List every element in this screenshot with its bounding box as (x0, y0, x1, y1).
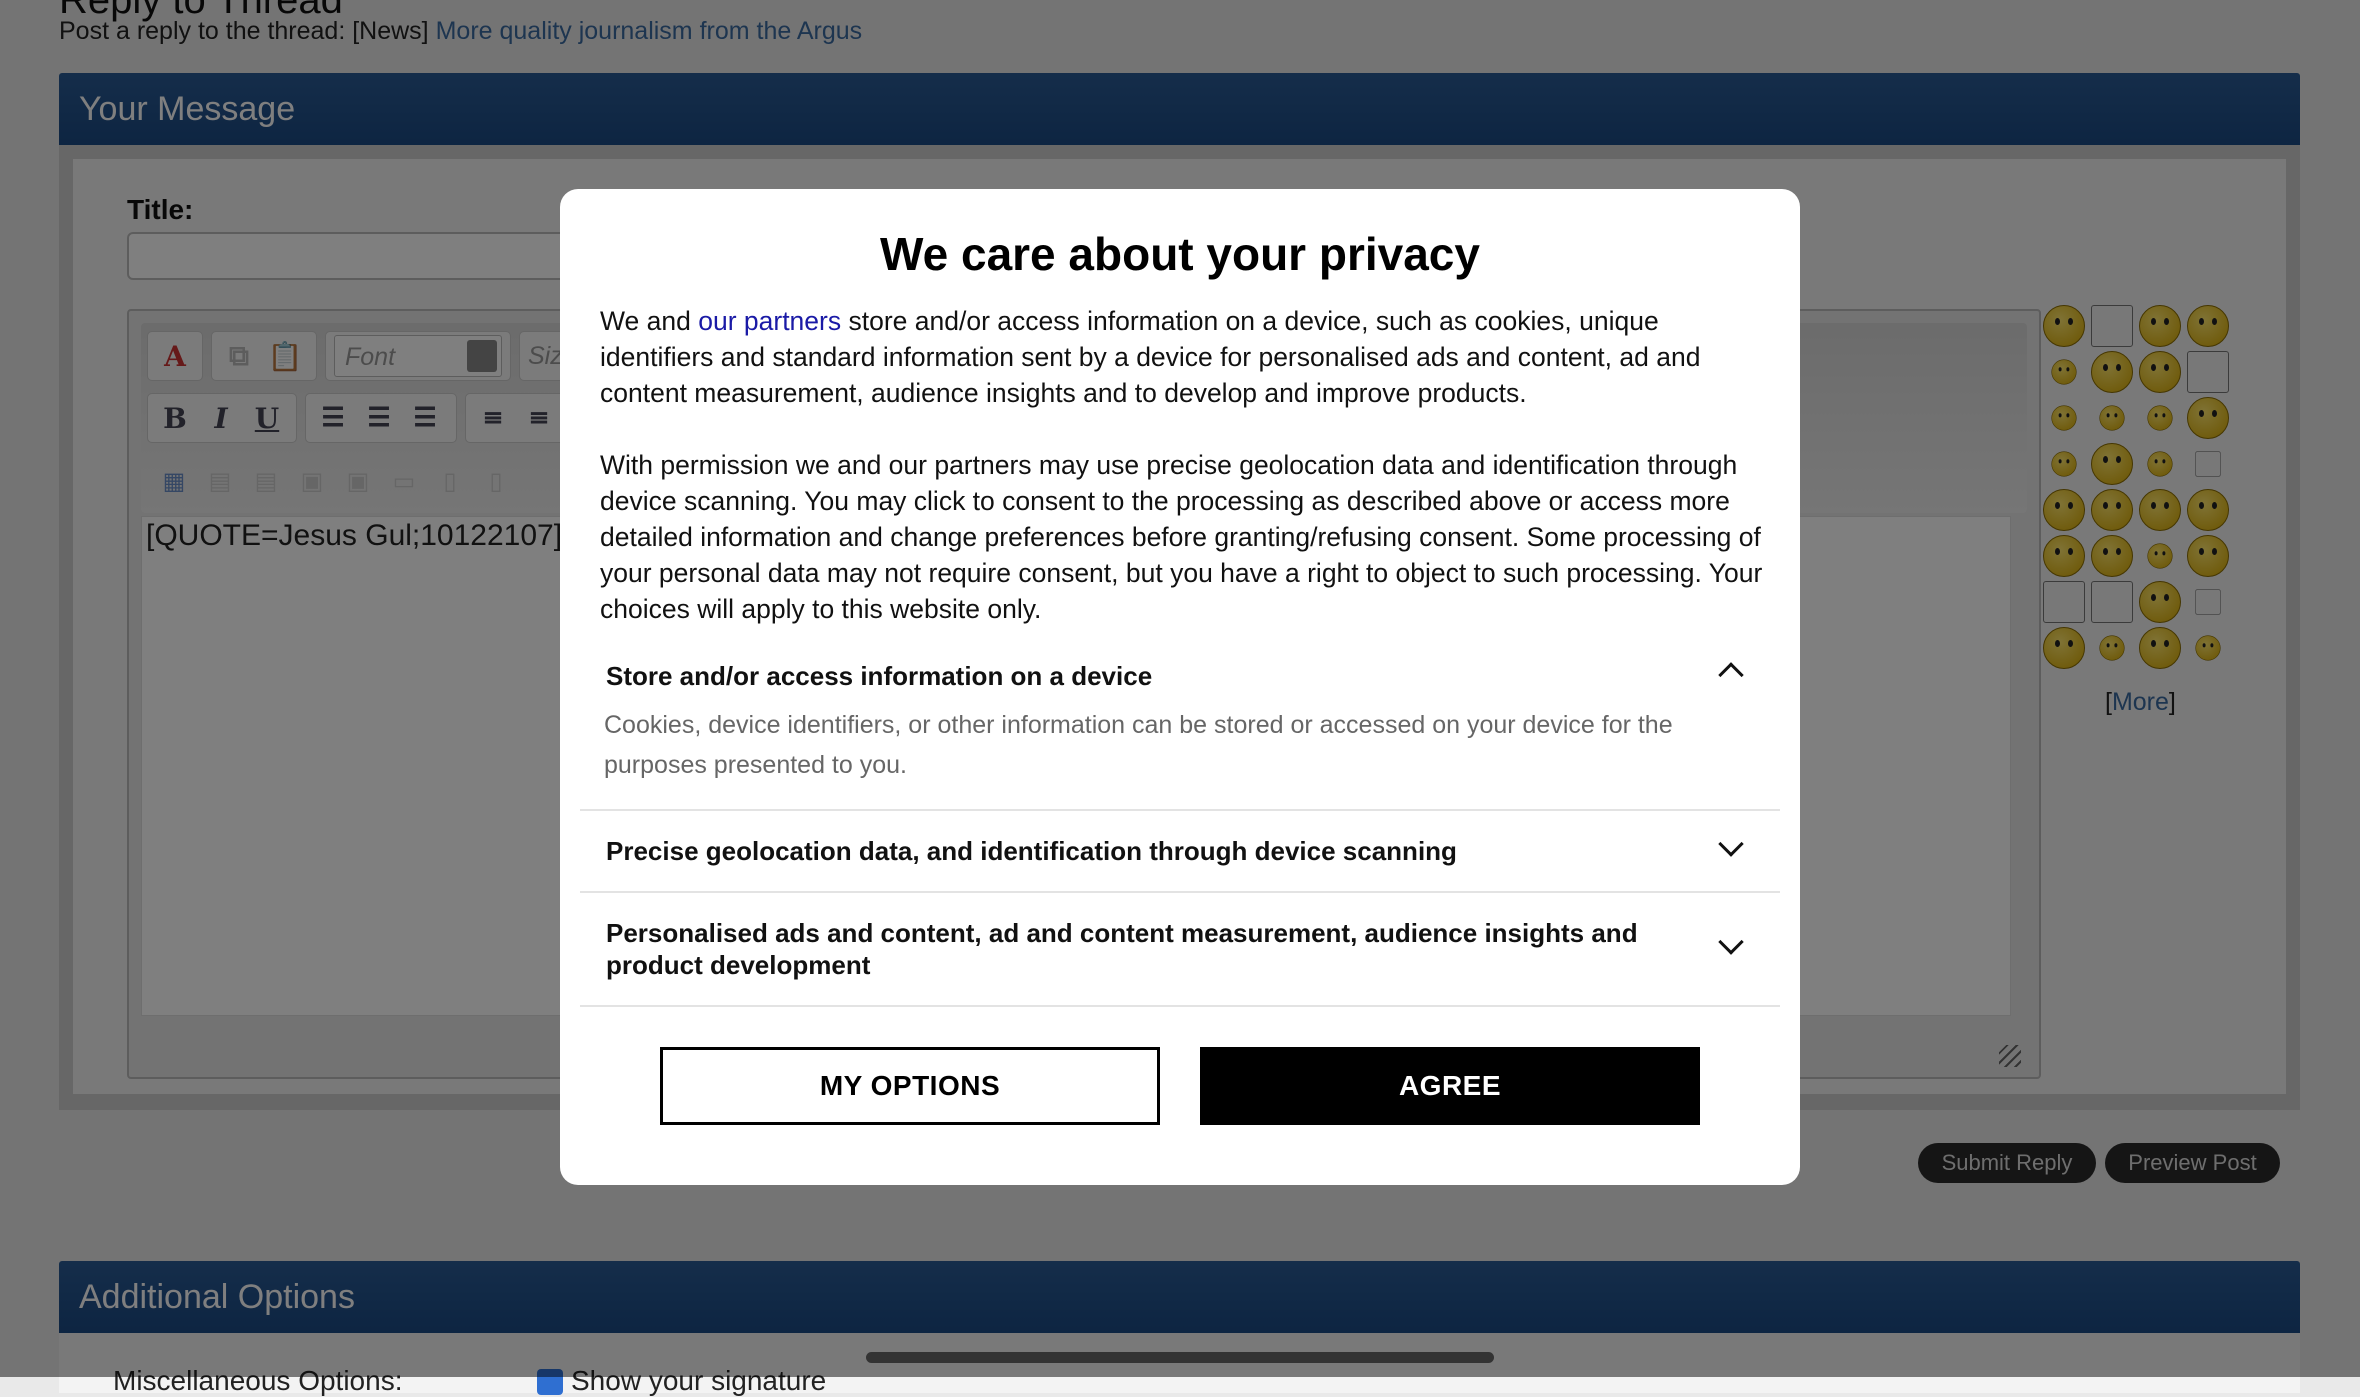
consent-permission-text: With permission we and our partners may … (600, 450, 1763, 624)
privacy-consent-dialog: We care about your privacy We and our pa… (560, 189, 1800, 1185)
agree-button[interactable]: AGREE (1200, 1047, 1700, 1125)
chevron-up-icon[interactable] (1718, 662, 1744, 688)
our-partners-link[interactable]: our partners (698, 306, 841, 336)
accordion-geolocation[interactable]: Precise geolocation data, and identifica… (580, 811, 1780, 893)
consent-intro: We and our partners store and/or access … (600, 303, 1765, 411)
chevron-down-icon[interactable] (1718, 929, 1744, 955)
accordion-title: Store and/or access information on a dev… (606, 661, 1153, 691)
chevron-down-icon[interactable] (1718, 831, 1744, 857)
consent-intro-prefix: We and (600, 306, 691, 336)
consent-title: We care about your privacy (880, 228, 1480, 280)
accordion-title: Precise geolocation data, and identifica… (606, 836, 1457, 866)
home-indicator[interactable] (866, 1352, 1494, 1363)
accordion-title: Personalised ads and content, ad and con… (606, 918, 1638, 980)
accordion-body: Cookies, device identifiers, or other in… (604, 711, 1673, 779)
my-options-button[interactable]: MY OPTIONS (660, 1047, 1160, 1125)
accordion-personalised-ads[interactable]: Personalised ads and content, ad and con… (580, 893, 1780, 1007)
accordion-store-access[interactable]: Store and/or access information on a dev… (580, 649, 1780, 811)
